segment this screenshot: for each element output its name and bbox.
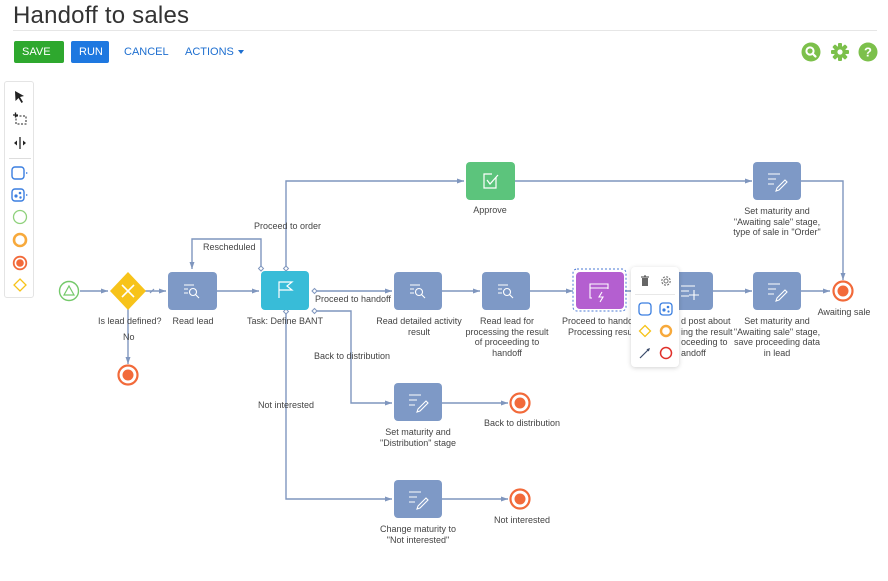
gateway-is-lead-defined[interactable]: [110, 272, 146, 310]
read-lead-label: Read lead: [172, 316, 214, 326]
proceed-processing-label: Proceed to hando Processing resu: [562, 316, 633, 337]
task-define-bant[interactable]: [261, 271, 309, 310]
not-interested-end-label: Not interested: [493, 515, 551, 525]
label-line: "Awaiting sale" stage,: [733, 326, 821, 337]
label-line: "Distribution" stage: [380, 437, 456, 448]
gear-icon: [661, 276, 671, 286]
label-line: "Not interested": [386, 534, 450, 545]
intermediate-event-shape-icon: [659, 324, 673, 338]
start-event[interactable]: [58, 280, 80, 302]
end-event-back-to-distribution[interactable]: [509, 392, 531, 414]
flow-label-proceed-to-order: Proceed to order: [254, 221, 322, 231]
add-post-label: d post about ing the result oceeding to …: [681, 316, 733, 358]
awaiting-sale-label: Awaiting sale: [817, 307, 871, 317]
process-diagram-canvas: [58, 162, 854, 518]
menu-divider: [635, 294, 675, 295]
end-event-shape-icon: [659, 346, 673, 360]
flow-label-back-to-distribution: Back to distribution: [314, 351, 391, 361]
end-event-no[interactable]: [117, 364, 139, 386]
label-line: d post about: [681, 316, 731, 326]
task-read-detailed-activity[interactable]: [394, 272, 442, 310]
set-maturity-order-label: Set maturity and "Awaiting sale" stage, …: [727, 206, 827, 238]
label-line: oceeding to: [681, 337, 728, 347]
label-line: Set maturity and: [385, 427, 451, 437]
label-line: save proceeding data: [733, 337, 821, 347]
label-line: processing the result: [465, 326, 549, 337]
task-read-lead-for-processing[interactable]: [482, 272, 530, 310]
approve-label: Approve: [473, 205, 507, 215]
define-bant-label: Task: Define BANT: [246, 316, 324, 326]
flow-label-rescheduled: Rescheduled: [203, 242, 256, 252]
gateway-label: Is lead defined?: [98, 316, 162, 326]
label-line: Read lead for: [479, 316, 535, 326]
flow-label-no: No: [123, 332, 135, 342]
read-lead-processing-label: Read lead for processing the result of p…: [458, 316, 556, 358]
task-approve[interactable]: [466, 162, 515, 200]
task-change-not-interested[interactable]: [394, 480, 442, 518]
label-line: handoff: [492, 347, 522, 358]
flow-label-not-interested: Not interested: [258, 400, 315, 410]
append-gateway-button[interactable]: [637, 323, 653, 339]
change-not-interested-label: Change maturity to "Not interested": [368, 524, 468, 545]
task-read-lead[interactable]: [168, 272, 217, 310]
label-line: type of sale in "Order": [733, 227, 821, 237]
label-line: Processing resu: [568, 326, 633, 337]
flow-label-proceed-to-handoff: Proceed to handoff: [315, 294, 391, 304]
trash-icon: [641, 275, 649, 286]
back-to-distribution-end-label: Back to distribution: [483, 418, 561, 428]
append-intermediate-event-button[interactable]: [658, 323, 674, 339]
element-context-menu: [631, 267, 679, 367]
element-settings-button[interactable]: [658, 273, 674, 289]
label-line: in lead: [763, 347, 791, 358]
label-line: result: [407, 326, 430, 337]
connector-tool-button[interactable]: [637, 345, 653, 361]
label-line: of proceeding to: [474, 337, 540, 347]
label-line: Read detailed activity: [376, 316, 462, 326]
task-set-maturity-save[interactable]: [753, 272, 801, 310]
read-activity-label: Read detailed activity result: [370, 316, 468, 337]
task-proceed-to-handoff-processing[interactable]: [572, 268, 627, 312]
end-event-not-interested[interactable]: [509, 488, 531, 510]
label-line: Set maturity and: [744, 316, 810, 326]
label-line: andoff: [681, 347, 706, 358]
label-line: "Awaiting sale" stage,: [733, 216, 821, 227]
label-line: Set maturity and: [744, 206, 810, 216]
set-distribution-label: Set maturity and "Distribution" stage: [368, 427, 468, 448]
label-line: Proceed to hando: [562, 316, 634, 326]
delete-button[interactable]: [637, 273, 653, 289]
append-end-event-button[interactable]: [658, 345, 674, 361]
set-maturity-save-label: Set maturity and "Awaiting sale" stage, …: [727, 316, 827, 358]
connector-arrow-icon: [639, 348, 650, 359]
task-set-maturity-order[interactable]: [753, 162, 801, 200]
subprocess-shape-icon: [659, 302, 673, 316]
label-line: Change maturity to: [379, 524, 457, 534]
label-line: ing the result: [681, 326, 733, 337]
task-shape-icon: [638, 302, 652, 316]
append-task-button[interactable]: [637, 301, 653, 317]
end-event-awaiting-sale[interactable]: [832, 280, 854, 302]
append-subprocess-button[interactable]: [658, 301, 674, 317]
gateway-shape-icon: [638, 324, 652, 338]
task-set-distribution-stage[interactable]: [394, 383, 442, 421]
